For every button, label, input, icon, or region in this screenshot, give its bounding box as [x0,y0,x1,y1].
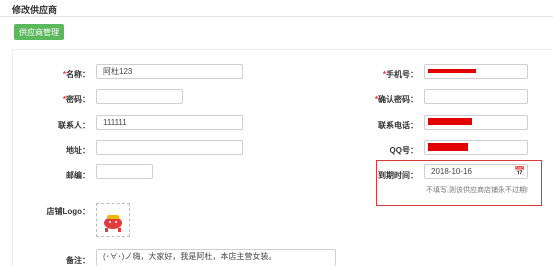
supplier-manage-button[interactable]: 供应商管理 [14,24,64,40]
expire-label: 到期时间： [378,171,418,180]
contact-label: 联系人： [58,121,90,130]
expire-hint: 不填写,则该供应商店铺永不过期! [426,187,528,194]
calendar-icon[interactable]: 📅 [514,167,525,176]
postcode-label: 邮编： [66,171,90,180]
contact-input[interactable]: 111111 [96,115,243,130]
logo-label: 店铺Logo： [46,207,90,216]
divider [0,16,553,17]
logo-image [104,215,122,232]
password-label: *密码： [62,95,90,104]
address-label: 地址： [66,146,90,155]
form-panel [12,49,553,266]
remark-label: 备注： [66,256,90,265]
remark-textarea[interactable]: (･∀･)ノ嗨，大家好，我是阿杜，本店主营女装。 [96,249,336,266]
name-label: *名称： [62,70,90,79]
password-input[interactable] [96,89,183,104]
qq-redaction [428,143,468,151]
confirm-password-input[interactable] [424,89,528,104]
name-input[interactable]: 阿杜123 [96,64,243,79]
logo-upload[interactable] [96,203,130,237]
postcode-input[interactable] [96,164,153,179]
page-title: 修改供应商 [12,5,58,15]
tel-redaction [428,118,472,125]
expire-date-input[interactable]: 2018-10-16 [424,164,528,179]
qq-label: QQ号： [389,146,418,155]
confirm-password-label: *确认密码： [374,95,418,104]
phone-label: *手机号： [382,70,418,79]
tel-label: 联系电话： [378,121,418,130]
phone-redaction [428,69,476,73]
address-input[interactable] [96,140,243,155]
